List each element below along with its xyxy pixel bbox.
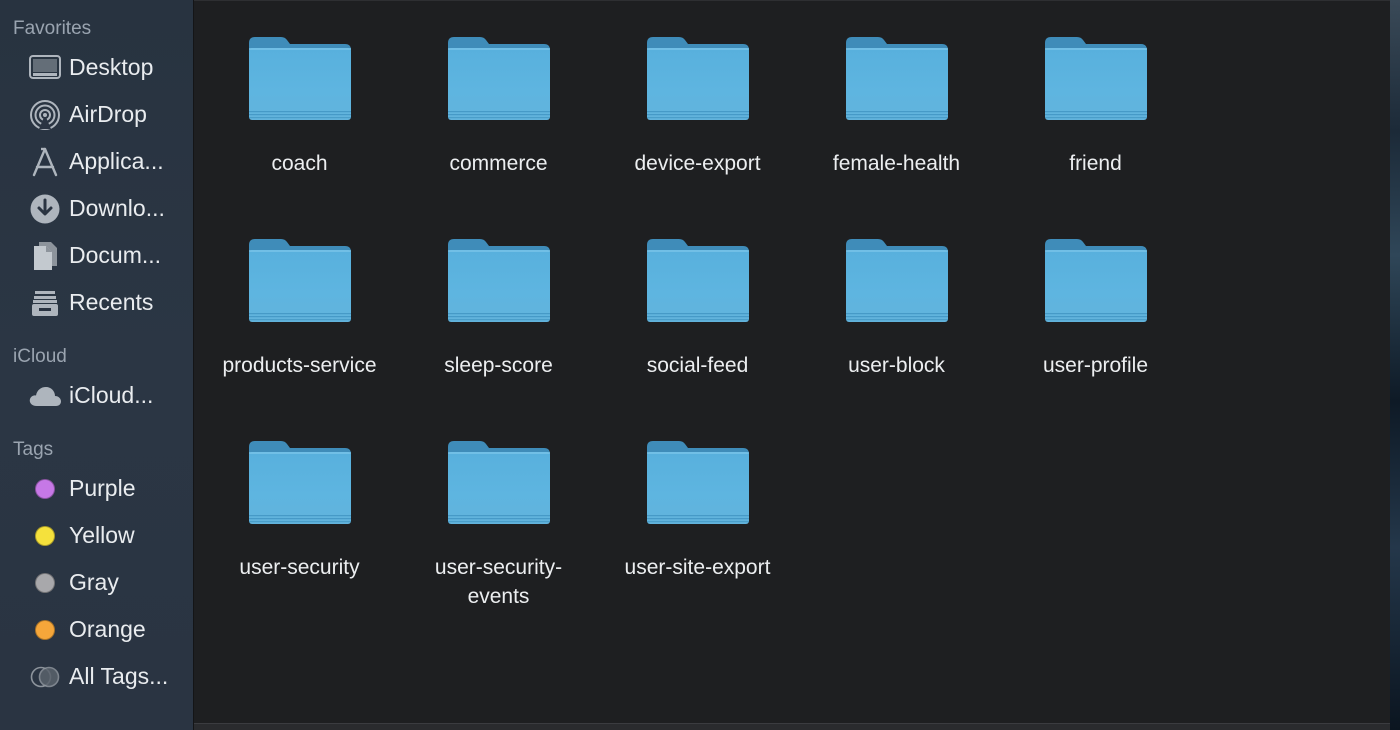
folder-item[interactable]: sleep-score bbox=[399, 225, 598, 427]
folder-name: commerce bbox=[449, 152, 548, 175]
sidebar-item-label: Gray bbox=[69, 569, 119, 595]
folder-item[interactable]: social-feed bbox=[598, 225, 797, 427]
sidebar: Favorites Desktop AirDrop Applica... Dow… bbox=[0, 0, 194, 730]
folder-icon bbox=[1044, 37, 1147, 120]
sidebar-item-label: All Tags... bbox=[69, 663, 169, 689]
airdrop-icon bbox=[28, 98, 62, 132]
sidebar-item-label: Purple bbox=[69, 475, 136, 501]
folder-name: user-profile bbox=[1042, 354, 1149, 377]
yellow-tag-icon bbox=[35, 525, 55, 546]
folder-icon bbox=[1044, 239, 1147, 322]
sidebar-item-label: Docum... bbox=[69, 242, 162, 268]
folder-item[interactable]: device-export bbox=[598, 23, 797, 225]
sidebar-item-downloads[interactable]: Downlo... bbox=[0, 185, 193, 232]
sidebar-item-icloud-drive[interactable]: iCloud... bbox=[0, 372, 193, 419]
sidebar-item-airdrop[interactable]: AirDrop bbox=[0, 91, 193, 138]
folder-item[interactable]: friend bbox=[996, 23, 1195, 225]
folder-name: device-export bbox=[634, 152, 761, 175]
folder-icon bbox=[248, 441, 351, 524]
folder-name: sleep-score bbox=[444, 354, 553, 377]
sidebar-item-tag-gray[interactable]: Gray bbox=[0, 559, 193, 606]
status-bar bbox=[194, 723, 1390, 730]
orange-tag-icon bbox=[35, 619, 55, 640]
sidebar-item-applications[interactable]: Applica... bbox=[0, 138, 193, 185]
gray-tag-icon bbox=[35, 572, 55, 593]
folder-item[interactable]: user-security bbox=[200, 427, 399, 629]
folder-item[interactable]: products-service bbox=[200, 225, 399, 427]
sidebar-item-documents[interactable]: Docum... bbox=[0, 232, 193, 279]
folder-icon bbox=[646, 37, 749, 120]
folder-name: social-feed bbox=[646, 354, 749, 377]
sidebar-item-label: Desktop bbox=[69, 54, 154, 80]
folder-item[interactable]: user-profile bbox=[996, 225, 1195, 427]
sidebar-item-label: Recents bbox=[69, 289, 154, 315]
folder-icon bbox=[248, 239, 351, 322]
sidebar-item-label: Yellow bbox=[69, 522, 135, 548]
folder-content-area[interactable]: coach commerce device-export female-heal… bbox=[194, 0, 1390, 730]
folder-name: female-health bbox=[832, 152, 961, 175]
folder-icon bbox=[646, 239, 749, 322]
folder-icon bbox=[447, 441, 550, 524]
folder-name: friend bbox=[1069, 152, 1122, 175]
folder-item[interactable]: user-site-export bbox=[598, 427, 797, 629]
applications-icon bbox=[28, 145, 62, 179]
sidebar-item-recents[interactable]: Recents bbox=[0, 279, 193, 326]
folder-name: products-service bbox=[222, 354, 377, 377]
folder-item[interactable]: coach bbox=[200, 23, 399, 225]
recents-icon bbox=[28, 286, 62, 320]
sidebar-item-all-tags[interactable]: All Tags... bbox=[0, 653, 193, 700]
folder-icon bbox=[248, 37, 351, 120]
documents-icon bbox=[28, 239, 62, 273]
sidebar-item-label: Downlo... bbox=[69, 195, 165, 221]
all-tags-icon bbox=[28, 660, 62, 694]
desktop-wallpaper bbox=[1390, 0, 1400, 730]
folder-item[interactable]: user-security- events bbox=[399, 427, 598, 629]
sidebar-item-tag-orange[interactable]: Orange bbox=[0, 606, 193, 653]
folder-icon bbox=[447, 37, 550, 120]
desktop-icon bbox=[28, 51, 62, 85]
folder-name: user-site-export bbox=[624, 556, 771, 579]
folder-item[interactable]: female-health bbox=[797, 23, 996, 225]
folder-name: user-security- events bbox=[434, 556, 563, 608]
sidebar-item-tag-purple[interactable]: Purple bbox=[0, 465, 193, 512]
folder-name: user-security bbox=[239, 556, 360, 579]
folder-name: user-block bbox=[848, 354, 945, 377]
purple-tag-icon bbox=[35, 478, 55, 499]
folder-icon bbox=[845, 239, 948, 322]
icloud-icon bbox=[28, 379, 62, 413]
folder-item[interactable]: commerce bbox=[399, 23, 598, 225]
sidebar-item-desktop[interactable]: Desktop bbox=[0, 44, 193, 91]
folder-icon bbox=[646, 441, 749, 524]
tags-header: Tags bbox=[13, 439, 54, 460]
folder-item[interactable]: user-block bbox=[797, 225, 996, 427]
sidebar-item-label: Applica... bbox=[69, 148, 164, 174]
finder-window: Favorites Desktop AirDrop Applica... Dow… bbox=[0, 0, 1400, 730]
sidebar-item-tag-yellow[interactable]: Yellow bbox=[0, 512, 193, 559]
favorites-header: Favorites bbox=[13, 18, 92, 39]
folder-icon bbox=[447, 239, 550, 322]
folder-name: coach bbox=[271, 152, 328, 175]
sidebar-item-label: iCloud... bbox=[69, 382, 154, 408]
downloads-icon bbox=[28, 192, 62, 226]
icloud-header: iCloud bbox=[13, 346, 67, 367]
folder-icon bbox=[845, 37, 948, 120]
folder-grid: coach commerce device-export female-heal… bbox=[200, 23, 1195, 629]
sidebar-item-label: Orange bbox=[69, 616, 146, 642]
sidebar-item-label: AirDrop bbox=[69, 101, 147, 127]
